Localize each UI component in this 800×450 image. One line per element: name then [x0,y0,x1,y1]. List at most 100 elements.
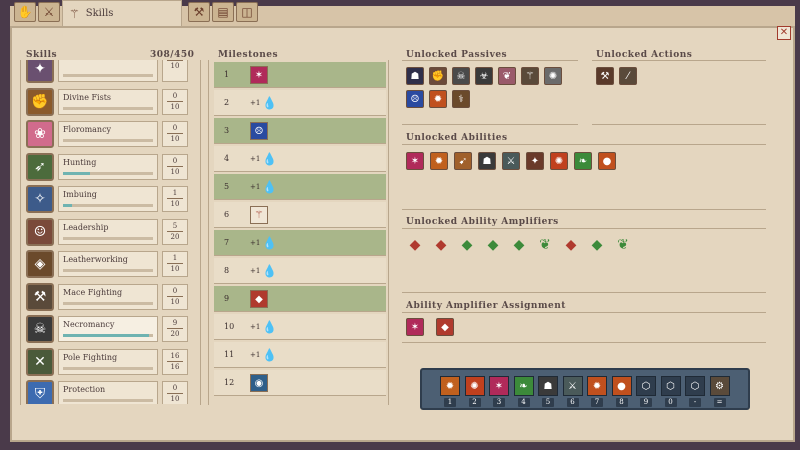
red-rune-icon: ◆ [250,290,268,308]
flame-strike-icon[interactable]: ✹ [430,152,448,170]
hotbar-slot[interactable]: ✹ [440,376,460,396]
milestone-row[interactable]: 5 +1 💧 [214,174,386,200]
fire-burst-icon[interactable]: ✹ [429,90,447,108]
ghost-icon[interactable]: ☹ [406,90,424,108]
milestone-row[interactable]: 4 +1 💧 [214,146,386,172]
milestone-row[interactable]: 7 +1 💧 [214,230,386,256]
milestone-row[interactable]: 2 +1 💧 [214,90,386,116]
slash-icon[interactable]: ⚔ [502,152,520,170]
milestones-list[interactable]: 1 ✶ 2 +1 💧 3 ☹ 4 +1 💧 5 +1 💧 6 ⚚ 7 +1 💧 … [214,62,386,402]
tab-equipment[interactable]: ⚔ [38,2,60,22]
milestone-level: 10 [224,322,235,331]
skill-level-current: 9 [172,319,178,327]
skill-info: Protection [58,381,158,404]
milestone-row[interactable]: 8 +1 💧 [214,258,386,284]
hotbar-slot[interactable]: ⬡ [636,376,656,396]
staff-icon[interactable]: ⚕ [452,90,470,108]
skill-level-max: 16 [170,362,180,371]
skill-info: Leatherworking [58,251,158,277]
milestone-row[interactable]: 11 +1 💧 [214,342,386,368]
skill-points: 308/450 [150,50,195,60]
hotbar-slot[interactable]: ✺ [464,376,485,396]
red-rune-icon[interactable]: ◆ [406,236,424,254]
fire-slash-icon[interactable]: ✺ [550,152,568,170]
skill-progress [63,139,153,142]
spear-thrust-icon[interactable]: ➹ [454,152,472,170]
skill-info: Divine Fists [58,88,158,115]
skill-row[interactable]: ☺ Leadership 5 20 [26,217,196,247]
pole-fighting-icon: ✕ [26,347,54,376]
fireball-icon[interactable]: ● [598,152,616,170]
skill-row[interactable]: ⛨ Protection 0 10 [26,379,196,404]
skills-list[interactable]: ✦ 10 ✊ Divine Fists 0 10 ❀ Floromancy 0 [26,60,198,404]
hotbar-slot[interactable]: ✶ [489,376,509,396]
tab-journal[interactable]: ▤ [212,2,234,22]
red-rune-icon[interactable]: ◆ [432,236,450,254]
milestone-row[interactable]: 6 ⚚ [214,202,386,228]
milestone-reward: ✶ [250,65,268,85]
hotbar-slot[interactable]: ☗ [538,376,558,396]
tab-character[interactable]: ✋ [14,2,36,22]
green-rune-icon[interactable]: ◆ [510,236,528,254]
tab-crafting[interactable]: ⚒ [188,2,210,22]
hotbar-slot[interactable]: ⬡ [685,376,705,396]
milestone-reward: ⚚ [250,205,268,225]
milestone-row[interactable]: 1 ✶ [214,62,386,88]
hotbar-slot[interactable]: ✹ [587,376,607,396]
ghost-icon: ☹ [250,122,268,140]
milestone-row[interactable]: 12 ◉ [214,370,386,396]
skill-row[interactable]: ◈ Leatherworking 1 10 [26,249,196,279]
hotbar-slot[interactable]: ⚔ [562,376,583,396]
skill-row[interactable]: ✊ Divine Fists 0 10 [26,87,196,117]
wand-icon[interactable]: ⁄ [619,67,637,85]
leaf-slash-icon: ❧ [519,380,528,392]
fist-icon[interactable]: ✊ [429,67,447,85]
fireball-icon: ● [617,380,626,392]
skill-row[interactable]: ❀ Floromancy 0 10 [26,119,196,149]
green-rune-icon[interactable]: ◆ [588,236,606,254]
green-leaf-icon[interactable]: ❦ [536,236,554,254]
hotbar-slot[interactable]: ⚙ [709,376,730,396]
leaf-slash-icon[interactable]: ❧ [574,152,592,170]
skill-info: Imbuing [58,186,158,212]
hotkey-label: 6 [566,398,579,407]
skull-icon[interactable]: ☠ [452,67,470,85]
skill-level-current: 1 [172,254,178,262]
close-button[interactable]: ✕ [777,26,791,40]
spiral-icon[interactable]: ✺ [544,67,562,85]
magic-burst-icon[interactable]: ✶ [406,152,424,170]
hotbar-slot[interactable]: ● [611,376,632,396]
brain-icon[interactable]: ❦ [498,67,516,85]
red-rune-icon[interactable]: ◆ [562,236,580,254]
leadership-icon: ☺ [26,217,54,246]
skill-row[interactable]: ☠ Necromancy 9 20 [26,314,196,344]
milestone-row[interactable]: 10 +1 💧 [214,314,386,340]
milestone-row[interactable]: 9 ◆ [214,286,386,312]
shadow-warrior-icon[interactable]: ☗ [478,152,496,170]
bone-craft-icon[interactable]: ⚒ [596,67,614,85]
skill-row[interactable]: ➶ Hunting 0 10 [26,152,196,182]
green-rune-icon[interactable]: ◆ [458,236,476,254]
hotkey-label: 8 [615,398,628,407]
tab-skills[interactable]: ⚚ Skills [62,0,182,26]
milestone-row[interactable]: 3 ☹ [214,118,386,144]
skill-row[interactable]: ✧ Imbuing 1 10 [26,184,196,214]
shadow-figure-icon[interactable]: ☗ [406,67,424,85]
skill-row[interactable]: ✕ Pole Fighting 16 16 [26,347,196,377]
skill-row[interactable]: ✦ 10 [26,60,196,84]
green-rune-icon[interactable]: ◆ [484,236,502,254]
skill-level-current: 0 [172,156,178,165]
hotbar-slot[interactable]: ⬡ [660,376,681,396]
skill-level: 0 10 [162,381,188,404]
bone-pile-icon[interactable]: ⚚ [521,67,539,85]
skill-row[interactable]: ⚒ Mace Fighting 0 10 [26,282,196,312]
magic-burst-icon[interactable]: ✶ [406,318,424,336]
reward-amount: +1 [250,99,261,107]
tab-inventory[interactable]: ◫ [236,2,258,22]
red-rune-slot-icon[interactable]: ◆ [436,318,454,336]
ghoul-icon[interactable]: ☣ [475,67,493,85]
hotkey-label: 1 [444,398,456,407]
green-leaf-icon[interactable]: ❦ [614,236,632,254]
blood-strike-icon[interactable]: ✦ [526,152,544,170]
hotbar-slot[interactable]: ❧ [513,376,534,396]
